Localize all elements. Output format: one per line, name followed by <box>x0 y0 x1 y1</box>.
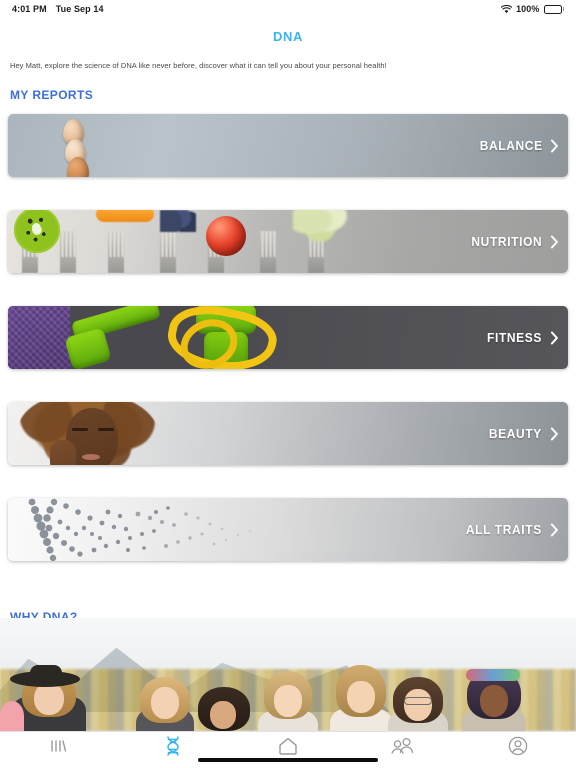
bottom-tab-bar <box>0 731 576 768</box>
report-card-all-traits[interactable]: ALL TRAITS <box>8 498 568 561</box>
report-card-label: BALANCE <box>479 138 568 153</box>
bars-icon <box>48 738 68 759</box>
tab-profile[interactable] <box>461 736 576 761</box>
battery-percent-label: 100% <box>516 4 540 14</box>
report-card-label: FITNESS <box>487 330 568 345</box>
chevron-right-icon <box>550 235 559 249</box>
report-label-text: ALL TRAITS <box>466 522 543 537</box>
reports-list: BALANCE NUTRITION FITNESS BEAUTY ALL TRA… <box>0 102 576 561</box>
battery-full-icon <box>543 4 564 14</box>
profile-icon <box>508 736 528 761</box>
greeting-text: Hey Matt, explore the science of DNA lik… <box>10 61 387 70</box>
glasses-icon <box>404 697 432 705</box>
dna-icon <box>164 735 182 761</box>
status-time: 4:01 PM <box>12 4 47 14</box>
tab-home[interactable] <box>230 736 345 761</box>
status-bar-left: 4:01 PM Tue Sep 14 <box>12 4 104 14</box>
page-title: DNA <box>273 29 303 44</box>
report-label-text: NUTRITION <box>471 234 543 249</box>
report-card-label: ALL TRAITS <box>466 522 568 537</box>
dumbbells-yoga-mat-tape-photo <box>8 306 568 369</box>
section-heading-my-reports: MY REPORTS <box>10 88 94 102</box>
report-card-nutrition[interactable]: NUTRITION <box>8 210 568 273</box>
home-icon <box>277 736 299 761</box>
status-bar: 4:01 PM Tue Sep 14 100% <box>0 0 576 18</box>
woman-touching-face-photo <box>8 402 568 465</box>
report-label-text: BALANCE <box>479 138 543 153</box>
report-label-text: BEAUTY <box>489 426 543 441</box>
people-icon <box>390 737 416 760</box>
wifi-icon <box>501 4 513 14</box>
group-of-women-outdoors-photo[interactable] <box>0 618 576 731</box>
tab-people[interactable] <box>346 737 461 760</box>
report-card-beauty[interactable]: BEAUTY <box>8 402 568 465</box>
chevron-right-icon <box>550 331 559 345</box>
tab-bars[interactable] <box>0 738 115 758</box>
chevron-right-icon <box>550 139 559 153</box>
report-label-text: FITNESS <box>487 330 543 345</box>
report-card-label: BEAUTY <box>489 426 568 441</box>
status-bar-right: 100% <box>501 4 564 14</box>
report-card-balance[interactable]: BALANCE <box>8 114 568 177</box>
status-date: Tue Sep 14 <box>55 4 104 14</box>
chevron-right-icon <box>550 523 559 537</box>
home-indicator[interactable] <box>198 758 378 762</box>
report-card-fitness[interactable]: FITNESS <box>8 306 568 369</box>
chevron-right-icon <box>550 427 559 441</box>
tab-dna[interactable] <box>115 735 230 761</box>
report-card-label: NUTRITION <box>471 234 568 249</box>
